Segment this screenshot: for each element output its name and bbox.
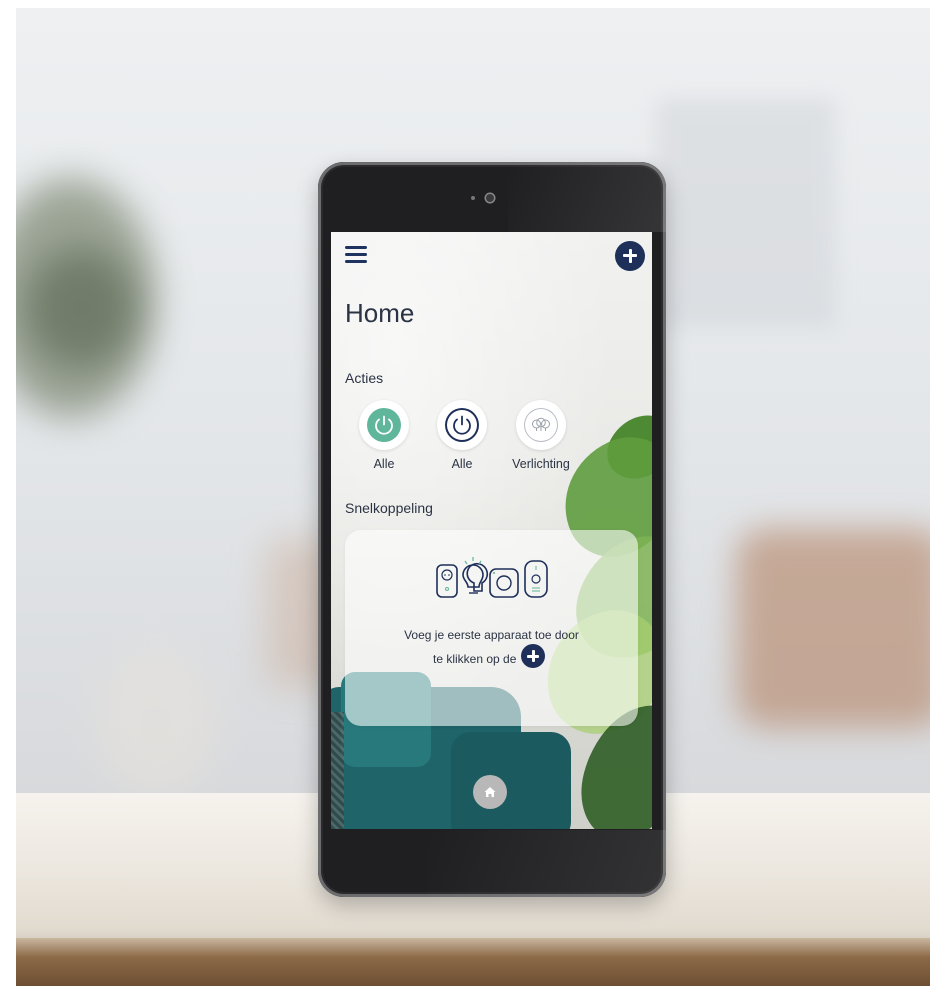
phone-camera [486, 194, 494, 202]
blurred-plant-shadow [26, 248, 136, 368]
action-circle [516, 400, 566, 450]
action-label: Alle [451, 457, 473, 471]
action-all-on-button[interactable]: Alle [344, 400, 424, 471]
plus-icon-vertical [531, 650, 535, 662]
phone-sheen-bottom [428, 830, 666, 897]
phone-sheen [508, 162, 666, 232]
action-circle [437, 400, 487, 450]
action-label: Alle [373, 457, 395, 471]
light-bulbs-icon [524, 408, 558, 442]
home-button[interactable] [473, 775, 507, 809]
shortcut-card: Voeg je eerste apparaat toe door te klik… [345, 530, 638, 726]
table-edge [16, 938, 930, 986]
action-all-off-button[interactable]: Alle [422, 400, 502, 471]
snelkoppeling-heading: Snelkoppeling [345, 500, 433, 516]
app-screen: Home Acties Alle Alle Verlichting Snelko… [331, 232, 652, 829]
background-photo: Home Acties Alle Alle Verlichting Snelko… [16, 8, 930, 986]
page-title: Home [345, 298, 415, 328]
empty-state-text-line2: te klikken op de [433, 652, 517, 666]
acties-heading: Acties [345, 370, 384, 386]
phone-speaker [471, 196, 475, 200]
action-label: Verlichting [512, 457, 570, 471]
blurred-picture-frame [656, 98, 836, 328]
inline-add-button[interactable] [521, 644, 545, 668]
wallpaper-sofa-back [451, 732, 571, 829]
blurred-lamp [96, 648, 216, 798]
action-circle [359, 400, 409, 450]
empty-state-text-line1: Voeg je eerste apparaat toe door [404, 628, 579, 642]
blurred-sofa [736, 528, 930, 728]
power-icon [445, 408, 479, 442]
home-icon [484, 787, 496, 797]
hamburger-menu-icon[interactable] [345, 246, 367, 264]
plus-icon-vertical [628, 249, 632, 263]
power-icon-filled [367, 408, 401, 442]
wallpaper-blanket [331, 712, 344, 829]
action-lighting-button[interactable]: Verlichting [501, 400, 581, 471]
smart-devices-icon [436, 557, 548, 598]
phone-device: Home Acties Alle Alle Verlichting Snelko… [318, 162, 666, 897]
add-device-button[interactable] [615, 241, 645, 271]
